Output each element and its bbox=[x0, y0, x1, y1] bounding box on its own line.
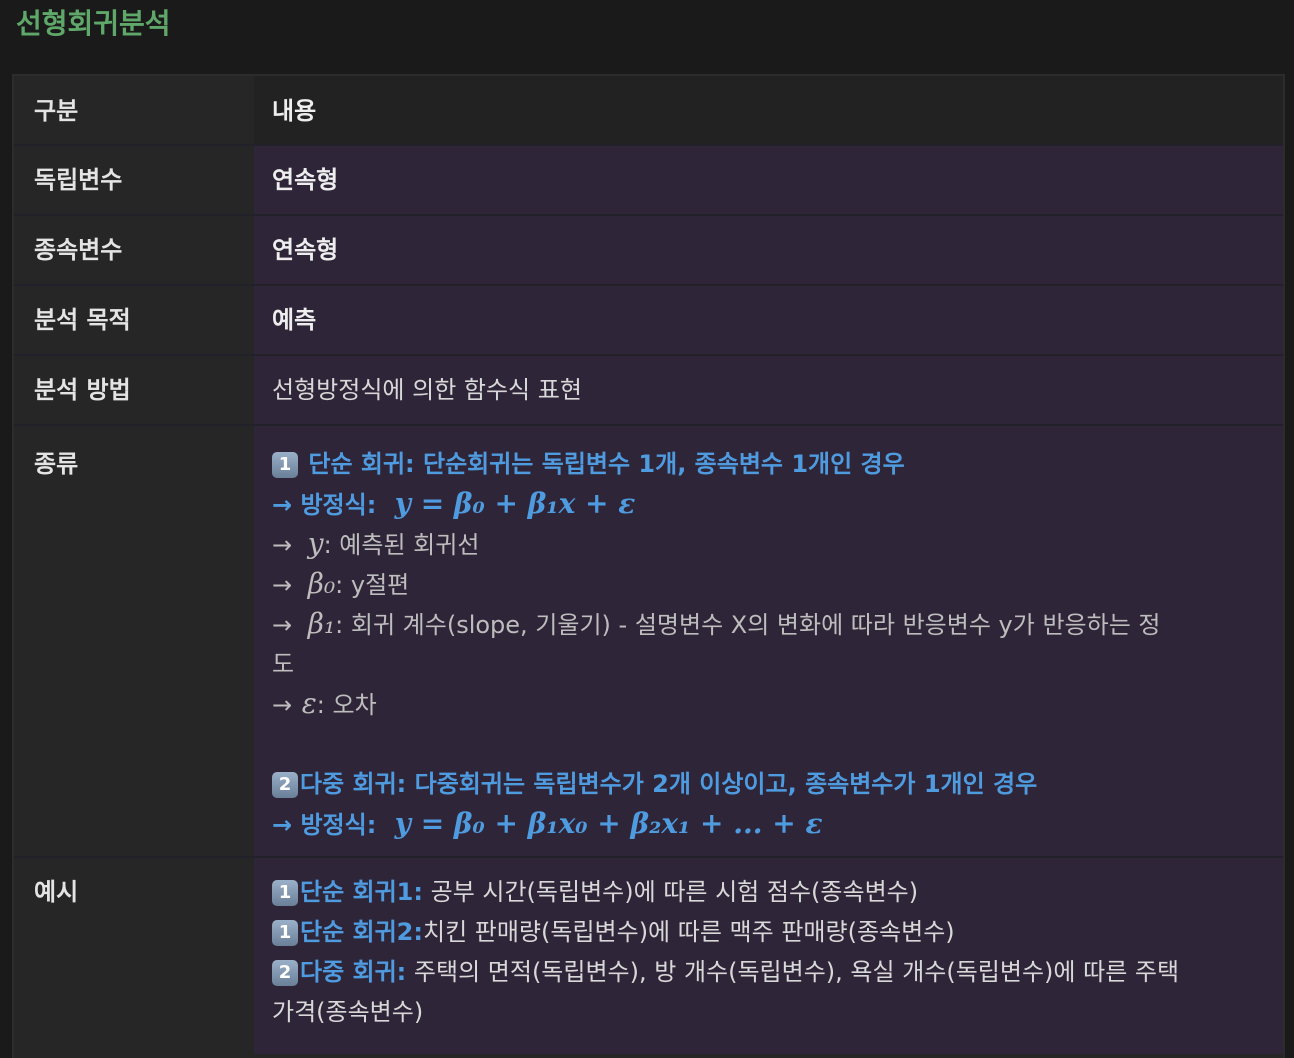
table-row: 분석 방법 선형방정식에 의한 함수식 표현 bbox=[14, 356, 1283, 426]
arrow-icon: → bbox=[272, 691, 293, 719]
table-row: 독립변수 연속형 bbox=[14, 146, 1283, 216]
example-item-continued: 가격(종속변수) bbox=[272, 998, 424, 1026]
keycap-one-icon: 1 bbox=[272, 880, 298, 906]
arrow-icon: → bbox=[272, 611, 293, 639]
row-value: 연속형 bbox=[254, 216, 1283, 284]
row-value: 연속형 bbox=[254, 146, 1283, 214]
epsilon-symbol: ε bbox=[301, 687, 317, 720]
table-row: 종속변수 연속형 bbox=[14, 216, 1283, 286]
row-label: 분석 목적 bbox=[14, 286, 254, 354]
keycap-one-icon: 1 bbox=[272, 920, 298, 946]
b1-symbol: β₁ bbox=[307, 607, 336, 640]
keycap-one-icon: 1 bbox=[272, 452, 298, 478]
page-title: 선형회귀분석 bbox=[16, 7, 171, 40]
table-header-row: 구분 내용 bbox=[14, 76, 1283, 146]
simple-regression-heading-text: 단순 회귀: 단순회귀는 독립변수 1개, 종속변수 1개인 경우 bbox=[308, 450, 905, 478]
multiple-regression-heading: 2 다중 회귀: 다중회귀는 독립변수가 2개 이상이고, 종속변수가 1개인 경… bbox=[272, 764, 1265, 804]
equation-formula: y = β₀ + β₁x + ε bbox=[394, 487, 636, 520]
row-label: 분석 방법 bbox=[14, 356, 254, 424]
b1-description: : 회귀 계수(slope, 기울기) - 설명변수 X의 변화에 따라 반응변… bbox=[335, 611, 1161, 639]
epsilon-definition: → ε: 오차 bbox=[272, 684, 1265, 724]
b1-definition-continued: 도 bbox=[272, 650, 295, 678]
simple-regression-heading: 1 단순 회귀: 단순회귀는 독립변수 1개, 종속변수 1개인 경우 bbox=[272, 444, 1265, 484]
keycap-two-icon: 2 bbox=[272, 960, 298, 986]
equation-formula: y = β₀ + β₁x₀ + β₂x₁ + ... + ε bbox=[394, 807, 823, 840]
y-description: : 예측된 회귀선 bbox=[323, 531, 480, 559]
keycap-two-icon: 2 bbox=[272, 772, 298, 798]
header-col-category: 구분 bbox=[14, 76, 254, 144]
header-col-content: 내용 bbox=[254, 76, 1283, 144]
content-table: 구분 내용 독립변수 연속형 종속변수 연속형 분석 목적 예측 분석 방법 선… bbox=[12, 74, 1285, 1058]
table-row: 분석 목적 예측 bbox=[14, 286, 1283, 356]
equation-label: → 방정식: bbox=[272, 491, 377, 519]
y-definition: → y: 예측된 회귀선 bbox=[272, 524, 1265, 564]
arrow-icon: → bbox=[272, 531, 293, 559]
row-label: 예시 bbox=[14, 858, 254, 1054]
example-item: 2 다중 회귀: 주택의 면적(독립변수), 방 개수(독립변수), 욕실 개수(… bbox=[272, 952, 1265, 992]
examples-content: 1 단순 회귀1: 공부 시간(독립변수)에 따른 시험 점수(종속변수) 1 단순… bbox=[254, 858, 1283, 1054]
arrow-icon: → bbox=[272, 571, 293, 599]
row-label: 독립변수 bbox=[14, 146, 254, 214]
row-value: 예측 bbox=[254, 286, 1283, 354]
example-heading: 다중 회귀: bbox=[300, 958, 407, 986]
example-text: 공부 시간(독립변수)에 따른 시험 점수(종속변수) bbox=[422, 878, 919, 906]
example-text: 주택의 면적(독립변수), 방 개수(독립변수), 욕실 개수(독립변수)에 따… bbox=[406, 958, 1180, 986]
example-heading: 단순 회귀1: bbox=[300, 878, 423, 906]
simple-regression-equation: → 방정식: y = β₀ + β₁x + ε bbox=[272, 484, 1265, 524]
epsilon-description: : 오차 bbox=[316, 691, 377, 719]
b0-symbol: β₀ bbox=[307, 567, 336, 600]
example-item: 1 단순 회귀2:치킨 판매량(독립변수)에 따른 맥주 판매량(종속변수) bbox=[272, 912, 1265, 952]
row-label: 종속변수 bbox=[14, 216, 254, 284]
equation-label: → 방정식: bbox=[272, 811, 377, 839]
y-symbol: y bbox=[307, 527, 324, 560]
row-label: 종류 bbox=[14, 426, 254, 856]
b0-definition: → β₀: y절편 bbox=[272, 564, 1265, 604]
kinds-content: 1 단순 회귀: 단순회귀는 독립변수 1개, 종속변수 1개인 경우 → 방정… bbox=[254, 426, 1283, 856]
b0-description: : y절편 bbox=[335, 571, 410, 599]
b1-definition: → β₁: 회귀 계수(slope, 기울기) - 설명변수 X의 변화에 따라… bbox=[272, 604, 1265, 644]
multiple-regression-equation: → 방정식: y = β₀ + β₁x₀ + β₂x₁ + ... + ε bbox=[272, 804, 1265, 844]
multiple-regression-heading-text: 다중 회귀: 다중회귀는 독립변수가 2개 이상이고, 종속변수가 1개인 경우 bbox=[300, 770, 1038, 798]
example-item: 1 단순 회귀1: 공부 시간(독립변수)에 따른 시험 점수(종속변수) bbox=[272, 872, 1265, 912]
table-row-kinds: 종류 1 단순 회귀: 단순회귀는 독립변수 1개, 종속변수 1개인 경우 →… bbox=[14, 426, 1283, 858]
table-row-examples: 예시 1 단순 회귀1: 공부 시간(독립변수)에 따른 시험 점수(종속변수) … bbox=[14, 858, 1283, 1054]
row-value: 선형방정식에 의한 함수식 표현 bbox=[254, 356, 1283, 424]
example-text: 치킨 판매량(독립변수)에 따른 맥주 판매량(종속변수) bbox=[422, 918, 955, 946]
example-heading: 단순 회귀2: bbox=[300, 918, 423, 946]
